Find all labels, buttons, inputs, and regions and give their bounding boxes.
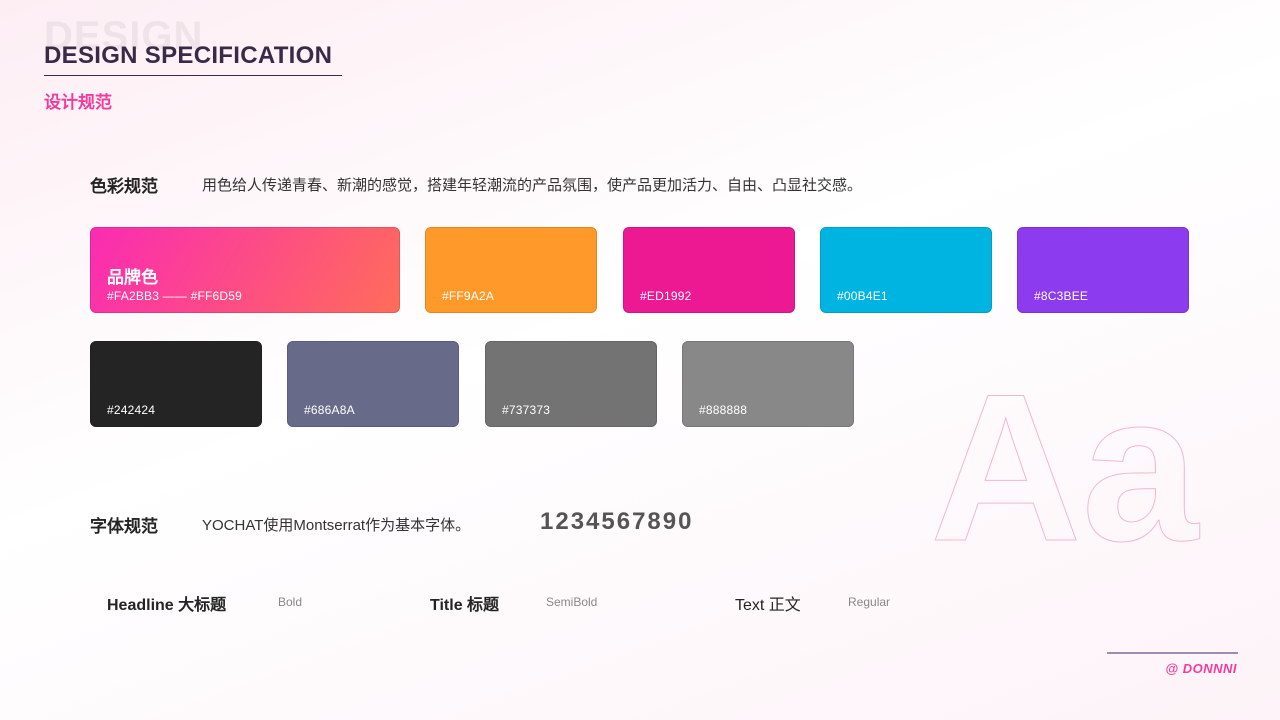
swatch-hex-label: #888888: [699, 403, 748, 417]
swatch-near-black: #242424: [90, 341, 262, 427]
color-section-label: 色彩规范: [90, 177, 158, 196]
aa-glyph-outline: Aa: [930, 380, 1201, 550]
swatch-brand-gradient: 品牌色 #FA2BB3 —— #FF6D59: [90, 227, 400, 313]
swatch-orange: #FF9A2A: [425, 227, 597, 313]
swatch-cyan: #00B4E1: [820, 227, 992, 313]
footer-credit: @ DONNNI: [1165, 661, 1237, 676]
swatch-gray: #888888: [682, 341, 854, 427]
type-weight-regular: Regular: [848, 595, 891, 609]
footer-rule: [1107, 652, 1238, 654]
swatch-hex-label: #686A8A: [304, 403, 355, 417]
page-subtitle: 设计规范: [44, 93, 112, 112]
swatch-dark-gray: #737373: [485, 341, 657, 427]
aa-glyph-decoration: Aa: [930, 380, 1201, 550]
type-style-title: Title 标题: [430, 597, 500, 614]
swatch-hex-label: #242424: [107, 403, 156, 417]
swatch-hex-label: #00B4E1: [837, 289, 888, 303]
font-section-description: YOCHAT使用Montserrat作为基本字体。: [202, 517, 471, 534]
brand-color-hex: #FA2BB3 —— #FF6D59: [107, 289, 242, 303]
swatch-purple: #8C3BEE: [1017, 227, 1189, 313]
type-style-text: Text 正文: [735, 597, 801, 614]
type-weight-bold: Bold: [278, 595, 303, 609]
swatch-hex-label: #737373: [502, 403, 551, 417]
type-style-headline: Headline 大标题: [107, 597, 227, 614]
type-weight-semibold: SemiBold: [546, 595, 598, 609]
swatch-slate: #686A8A: [287, 341, 459, 427]
swatch-hex-label: #ED1992: [640, 289, 692, 303]
brand-color-name: 品牌色: [107, 268, 158, 287]
title-underline: [44, 75, 342, 76]
color-section-description: 用色给人传递青春、新潮的感觉，搭建年轻潮流的产品氛围，使产品更加活力、自由、凸显…: [202, 177, 863, 194]
swatch-hex-label: #FF9A2A: [442, 289, 495, 303]
digits-sample: 1234567890: [540, 508, 694, 535]
page-title: DESIGN SPECIFICATION: [44, 42, 333, 69]
swatch-magenta: #ED1992: [623, 227, 795, 313]
swatch-hex-label: #8C3BEE: [1034, 289, 1089, 303]
font-section-label: 字体规范: [90, 517, 158, 536]
